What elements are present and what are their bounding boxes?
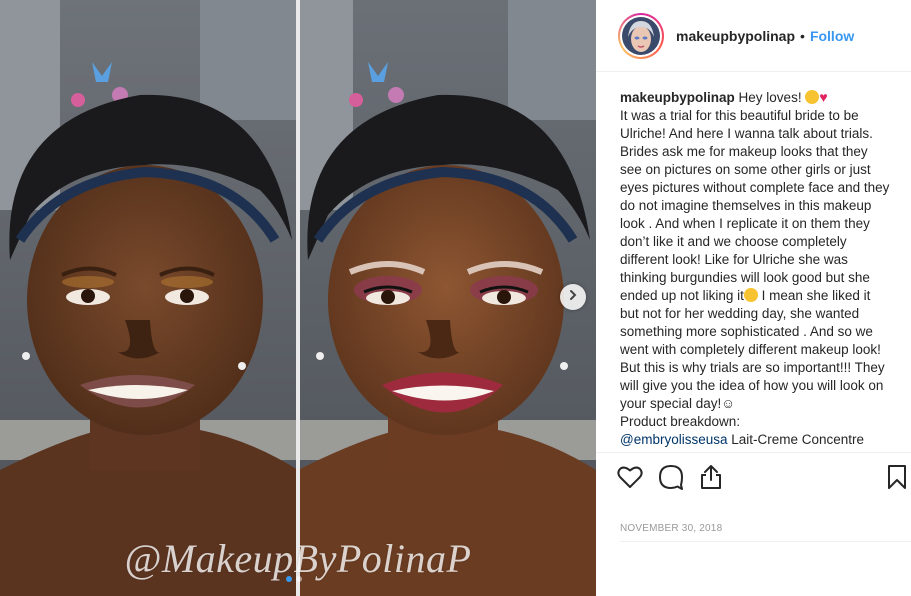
avatar[interactable] [618,12,664,59]
divider [620,541,911,542]
carousel-dot [286,576,292,582]
caption-body: It was a trial for this beautiful bride … [620,108,890,303]
share-icon[interactable] [697,463,725,491]
heart-emoji-icon: ♥ [819,89,828,105]
post-caption: makeupbypolinap Hey loves! ♥ It was a tr… [620,88,892,452]
comment-icon[interactable] [657,463,685,491]
carousel-dot [296,576,302,582]
header-username[interactable]: makeupbypolinap [676,28,795,44]
caption-username[interactable]: makeupbypolinap [620,90,735,105]
post-sidebar: makeupbypolinap • Follow makeupbypolinap… [596,0,911,596]
post-media[interactable]: @MakeupByPolinaP [0,0,596,596]
caption-greeting: Hey loves! [738,90,802,105]
bookmark-icon[interactable] [883,463,911,491]
after-photo [298,0,596,596]
caption-body-continued: I mean she liked it but not for her wedd… [620,288,889,411]
mention-link[interactable]: @embryolisseusa [620,432,728,447]
heart-icon[interactable] [616,463,644,491]
header-separator: • [800,27,805,44]
kiss-emoji-icon [805,90,820,104]
carousel-indicator [286,576,302,582]
follow-button[interactable]: Follow [810,28,854,44]
before-photo [0,0,298,596]
post-date[interactable]: NOVEMBER 30, 2018 [620,523,722,534]
photo-divider [296,0,300,596]
chevron-right-icon [567,288,579,306]
action-bar [596,452,911,500]
post-header: makeupbypolinap • Follow [596,0,911,72]
carousel-next-button[interactable] [560,284,586,310]
watermark: @MakeupByPolinaP [124,536,472,581]
caption-breakdown: Product breakdown: [620,414,741,429]
sad-emoji-icon [743,288,758,302]
